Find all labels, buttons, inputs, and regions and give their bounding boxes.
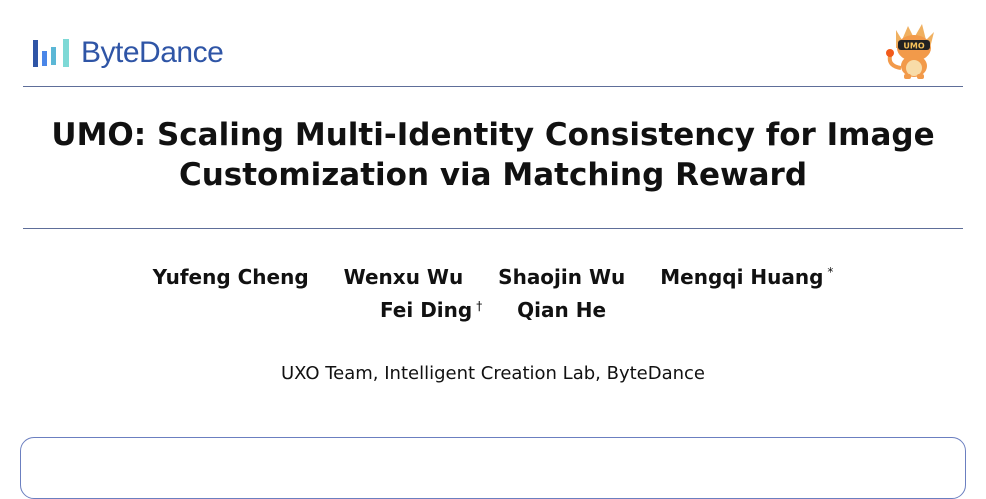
- corresponding-mark: *: [827, 265, 834, 279]
- title-line: UMO: Scaling Multi-Identity Consistency …: [51, 117, 935, 153]
- logo-text: ByteDance: [81, 36, 224, 69]
- author: Yufeng Cheng: [152, 264, 309, 289]
- project-lead-mark: †: [476, 298, 483, 313]
- paper-title: UMO: Scaling Multi-Identity Consistency …: [0, 115, 986, 195]
- author: Wenxu Wu: [343, 264, 464, 289]
- mascot-label: UMO: [903, 42, 924, 51]
- header-divider: [23, 86, 963, 87]
- umo-mascot-image: UMO: [882, 18, 942, 84]
- author-list: Yufeng Cheng Wenxu Wu Shaojin Wu Mengqi …: [0, 258, 986, 325]
- bytedance-logo: ByteDance: [33, 36, 224, 70]
- author: Fei Ding †: [379, 298, 483, 323]
- bytedance-logo-icon: [33, 39, 69, 67]
- affiliation: UXO Team, Intelligent Creation Lab, Byte…: [280, 363, 705, 384]
- author: Shaojin Wu: [498, 264, 626, 289]
- author: Qian He: [517, 298, 607, 323]
- title-line: Customization via Matching Reward: [178, 157, 808, 193]
- author: Mengqi Huang *: [660, 264, 834, 289]
- title-divider: [23, 228, 963, 229]
- abstract-box: [20, 437, 966, 499]
